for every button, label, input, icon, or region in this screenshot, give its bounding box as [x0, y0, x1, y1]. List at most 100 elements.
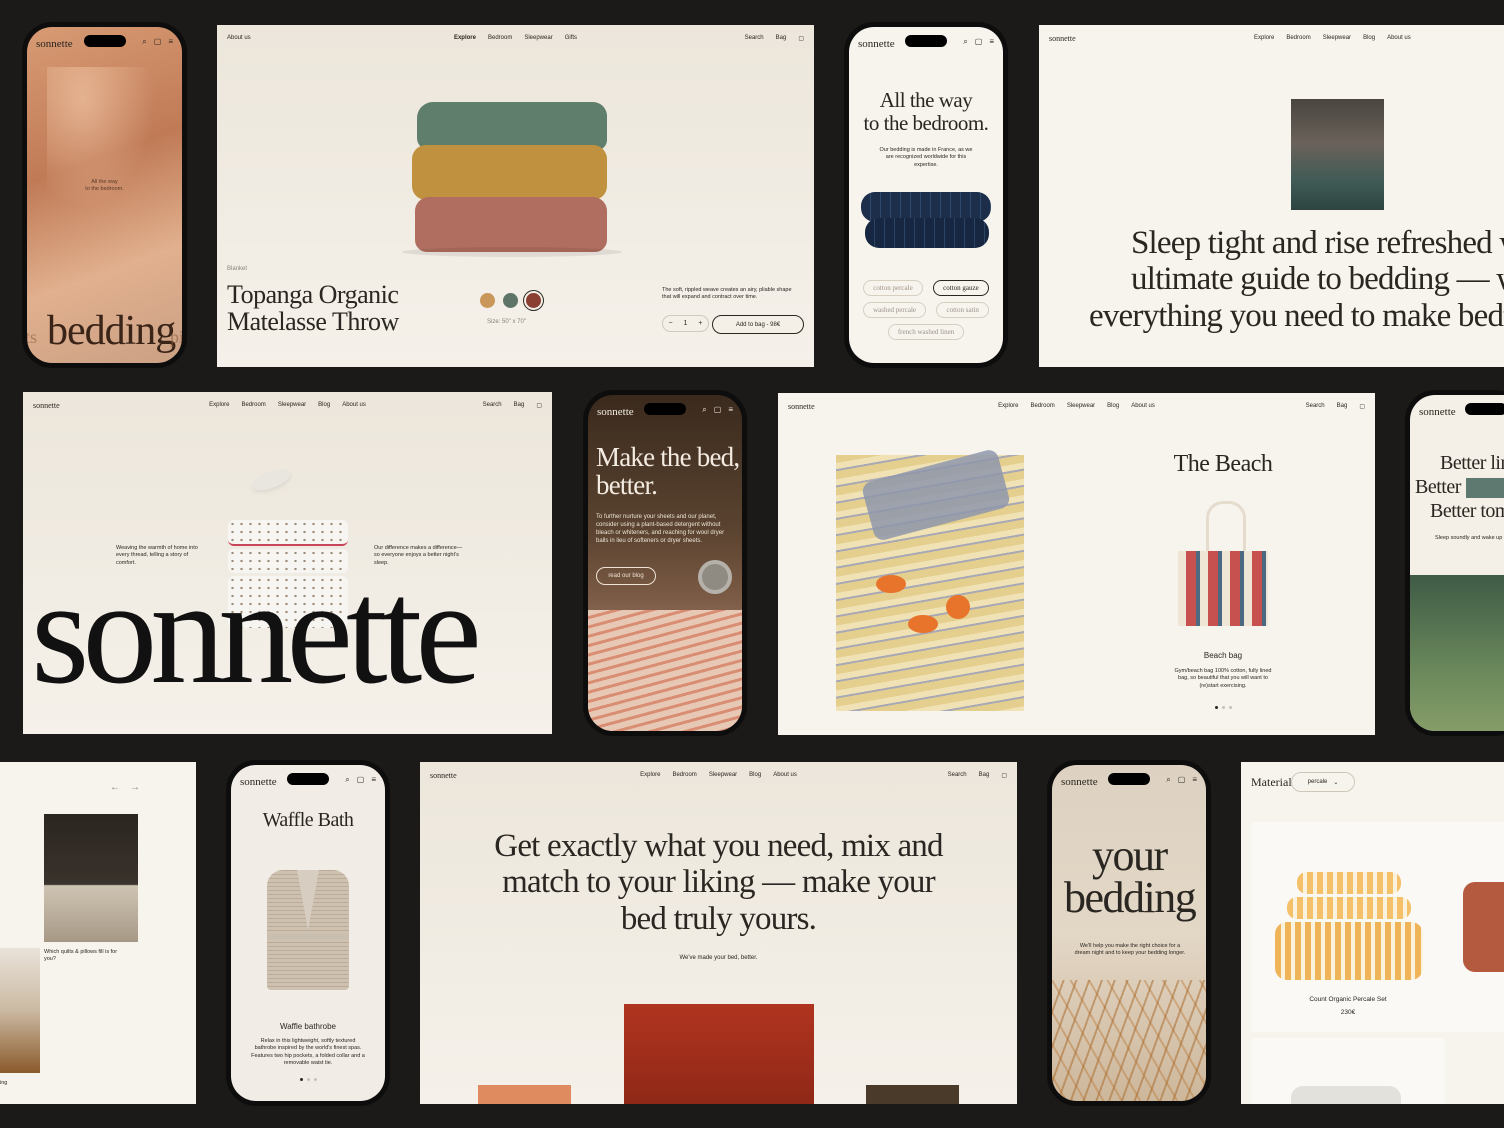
- garden-photo: [1410, 575, 1504, 731]
- material-chips: cotton percale cotton gauze washed perca…: [855, 277, 997, 343]
- logo[interactable]: sonnette: [788, 402, 815, 411]
- menu-icon[interactable]: ≡: [1192, 775, 1197, 785]
- increase-button[interactable]: +: [698, 320, 702, 327]
- quantity-value: 1: [683, 320, 688, 327]
- nav-explore[interactable]: Explore: [454, 35, 476, 41]
- nav-about[interactable]: About us: [1131, 403, 1155, 409]
- chip-french-washed-linen[interactable]: french washed linen: [887, 324, 965, 340]
- logo[interactable]: sonnette: [597, 406, 634, 418]
- nav-explore[interactable]: Explore: [1254, 35, 1274, 41]
- guide-page: sonnette Explore Bedroom Sleepwear Blog …: [1039, 25, 1504, 367]
- nav-bedroom[interactable]: Bedroom: [1286, 35, 1310, 41]
- nav-gifts[interactable]: Gifts: [565, 35, 577, 41]
- logo[interactable]: sonnette: [1419, 406, 1456, 418]
- menu-icon[interactable]: ≡: [371, 775, 376, 785]
- bag-icon[interactable]: ▢: [714, 405, 722, 415]
- next-arrow-icon[interactable]: →: [130, 782, 140, 793]
- nav-bag[interactable]: Bag: [979, 772, 990, 779]
- nav-bag[interactable]: Bag: [514, 402, 525, 409]
- nav-sleepwear[interactable]: Sleepwear: [1323, 35, 1351, 41]
- logo[interactable]: sonnette: [240, 776, 277, 788]
- bag-icon[interactable]: ▢: [975, 37, 983, 47]
- menu-icon[interactable]: ≡: [989, 37, 994, 47]
- fabric-photo: [47, 67, 167, 227]
- nav-search[interactable]: Search: [745, 35, 764, 42]
- swatch-green[interactable]: [503, 293, 518, 308]
- read-blog-button[interactable]: read our blog: [596, 567, 656, 585]
- nav-search[interactable]: Search: [1306, 403, 1325, 410]
- nav-search[interactable]: Search: [948, 772, 967, 779]
- nav-sleepwear[interactable]: Sleepwear: [278, 402, 306, 408]
- material-dropdown[interactable]: percale ⌄: [1291, 772, 1355, 792]
- logo[interactable]: sonnette: [858, 38, 895, 50]
- carousel-dots[interactable]: [231, 1078, 385, 1081]
- quilts-guide-page: ← → Which quilts & pillows fill is for y…: [0, 762, 196, 1104]
- chip-cotton-percale[interactable]: cotton percale: [863, 280, 923, 296]
- nav-search[interactable]: Search: [483, 402, 502, 409]
- product-title-line: Topanga Organic: [227, 280, 399, 309]
- nav-about[interactable]: About us: [342, 402, 366, 408]
- logo[interactable]: sonnette: [1061, 776, 1098, 788]
- bag-icon[interactable]: ▢: [1178, 775, 1186, 785]
- logo[interactable]: sonnette: [33, 401, 60, 410]
- article-caption-partial[interactable]: ing: [0, 1080, 7, 1087]
- nav-bag[interactable]: Bag: [1337, 403, 1348, 410]
- nav-sleepwear[interactable]: Sleepwear: [524, 35, 552, 41]
- nav-blog[interactable]: Blog: [1363, 35, 1375, 41]
- nav-explore[interactable]: Explore: [998, 403, 1018, 409]
- chip-cotton-gauze[interactable]: cotton gauze: [933, 280, 989, 296]
- nav-bag[interactable]: Bag: [776, 35, 787, 42]
- logo[interactable]: sonnette: [430, 771, 457, 780]
- search-icon[interactable]: ⌕: [142, 37, 146, 47]
- nav-bedroom[interactable]: Bedroom: [488, 35, 512, 41]
- bag-icon[interactable]: ▢: [536, 402, 542, 409]
- nav-about[interactable]: About us: [227, 35, 251, 41]
- nav-bedroom[interactable]: Bedroom: [241, 402, 265, 408]
- search-icon[interactable]: ⌕: [345, 775, 349, 785]
- nav-explore[interactable]: Explore: [640, 772, 660, 778]
- search-icon[interactable]: ⌕: [1166, 775, 1170, 785]
- nav-about[interactable]: About us: [773, 772, 797, 778]
- quantity-stepper[interactable]: − 1 +: [662, 315, 709, 332]
- heading-line: bed truly yours.: [620, 900, 817, 937]
- bag-icon[interactable]: ▢: [154, 37, 162, 47]
- product-card-next[interactable]: [1445, 822, 1504, 1032]
- product-description: The soft, rippled weave creates an airy,…: [662, 287, 792, 301]
- nav-bedroom[interactable]: Bedroom: [1030, 403, 1054, 409]
- heading-line: Get exactly what you need, mix and: [494, 828, 943, 864]
- swatch-rust[interactable]: [526, 293, 541, 308]
- bag-icon[interactable]: ▢: [1359, 403, 1365, 410]
- swatch-ochre[interactable]: [480, 293, 495, 308]
- bag-icon[interactable]: ▢: [357, 775, 365, 785]
- nav-blog[interactable]: Blog: [318, 402, 330, 408]
- nav-sleepwear[interactable]: Sleepwear: [1067, 403, 1095, 409]
- article-caption[interactable]: Which quilts & pillows fill is for you?: [44, 949, 124, 964]
- nav-blog[interactable]: Blog: [1107, 403, 1119, 409]
- phone-mockup-bedding: sonnette ⌕ ▢ ≡ All the way to the bedroom.…: [22, 22, 187, 368]
- chip-washed-percale[interactable]: washed percale: [863, 302, 927, 318]
- add-to-bag-button[interactable]: Add to bag - 98€: [712, 315, 804, 334]
- dark-photo: [866, 1085, 959, 1104]
- product-description: Relax in this lightweight, softly textur…: [251, 1038, 365, 1067]
- nav-sleepwear[interactable]: Sleepwear: [709, 772, 737, 778]
- logo[interactable]: sonnette: [36, 38, 73, 50]
- decrease-button[interactable]: −: [668, 320, 672, 327]
- nav-explore[interactable]: Explore: [209, 402, 229, 408]
- menu-icon[interactable]: ≡: [728, 405, 733, 415]
- nav-bedroom[interactable]: Bedroom: [672, 772, 696, 778]
- prev-arrow-icon[interactable]: ←: [110, 782, 120, 793]
- product-card[interactable]: Count Organic Percale Set 230€: [1251, 822, 1445, 1032]
- carousel-dots[interactable]: [1128, 706, 1318, 709]
- menu-icon[interactable]: ≡: [168, 37, 173, 47]
- bag-icon[interactable]: ▢: [798, 35, 804, 42]
- nav-about[interactable]: About us: [1387, 35, 1411, 41]
- bag-icon[interactable]: ▢: [1001, 772, 1007, 779]
- chip-cotton-satin[interactable]: cotton satin: [936, 302, 989, 318]
- beach-towel-photo: [836, 447, 1024, 711]
- product-card[interactable]: [1251, 1038, 1445, 1104]
- search-icon[interactable]: ⌕: [702, 405, 706, 415]
- bathrobe-image: [267, 870, 349, 990]
- search-icon[interactable]: ⌕: [963, 37, 967, 47]
- nav-blog[interactable]: Blog: [749, 772, 761, 778]
- logo[interactable]: sonnette: [1049, 34, 1076, 43]
